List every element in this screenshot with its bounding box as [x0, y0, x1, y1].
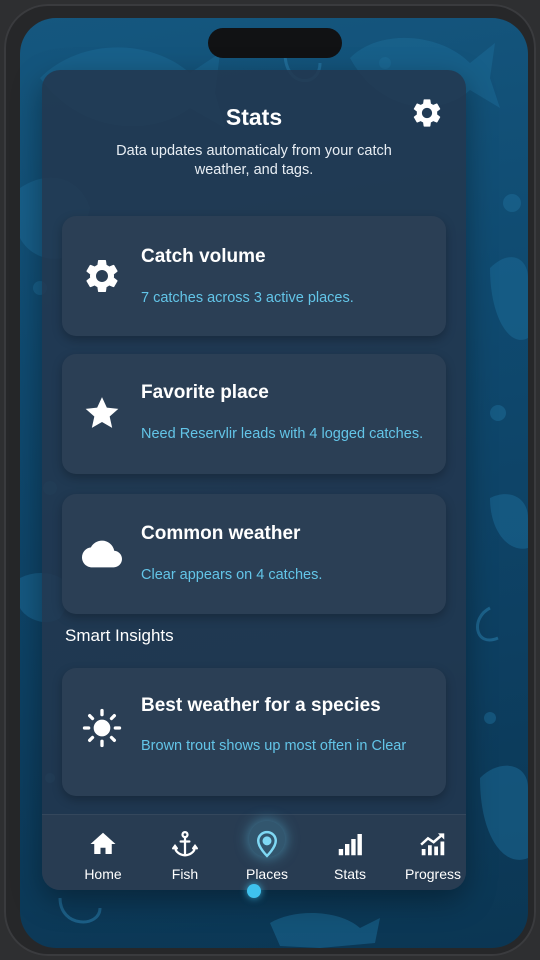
gear-icon	[413, 99, 441, 127]
card-title: Common weather	[141, 523, 301, 544]
tab-stats[interactable]: Stats	[310, 815, 390, 891]
tab-label: Places	[245, 866, 289, 882]
card-title: Favorite place	[141, 382, 269, 403]
settings-button[interactable]	[410, 96, 444, 130]
smart-insights-heading: Smart Insights	[65, 626, 174, 645]
bottom-tab-bar: Home Fish Places Stats Progress	[42, 814, 466, 890]
common-weather-card[interactable]: Common weather Clear appears on 4 catche…	[62, 494, 446, 614]
catch-volume-card[interactable]: Catch volume 7 catches across 3 active p…	[62, 216, 446, 336]
anchor-icon	[172, 831, 198, 857]
active-tab-indicator	[247, 884, 261, 898]
tab-home[interactable]: Home	[63, 815, 143, 891]
favorite-place-card[interactable]: Favorite place Need Reservlir leads with…	[62, 354, 446, 474]
home-icon	[90, 832, 116, 854]
tab-label: Fish	[171, 866, 199, 882]
card-description: Clear appears on 4 catches.	[141, 567, 323, 583]
tab-progress[interactable]: Progress	[393, 815, 473, 891]
camera-notch	[208, 28, 342, 58]
location-pin-icon	[256, 830, 278, 858]
card-description: Brown trout shows up most often in Clear	[141, 738, 407, 754]
cloud-icon	[82, 540, 122, 568]
tab-places[interactable]: Places	[227, 815, 307, 891]
tab-fish[interactable]: Fish	[145, 815, 225, 891]
page-subtitle: Data updates automaticaly from your catc…	[116, 143, 392, 178]
tab-label: Stats	[334, 866, 366, 882]
card-title: Catch volume	[141, 246, 266, 267]
card-title: Best weather for a species	[141, 695, 381, 716]
card-description: 7 catches across 3 active places.	[141, 290, 354, 306]
tab-label: Progress	[404, 866, 462, 882]
card-description: Need Reservlir leads with 4 logged catch…	[141, 426, 424, 442]
star-icon	[85, 397, 119, 428]
gear-icon	[86, 260, 118, 292]
bar-chart-icon	[338, 834, 362, 856]
trending-up-icon	[420, 833, 445, 856]
tab-label: Home	[84, 866, 122, 882]
best-weather-card[interactable]: Best weather for a species Brown trout s…	[62, 668, 446, 796]
sun-icon	[82, 708, 122, 748]
